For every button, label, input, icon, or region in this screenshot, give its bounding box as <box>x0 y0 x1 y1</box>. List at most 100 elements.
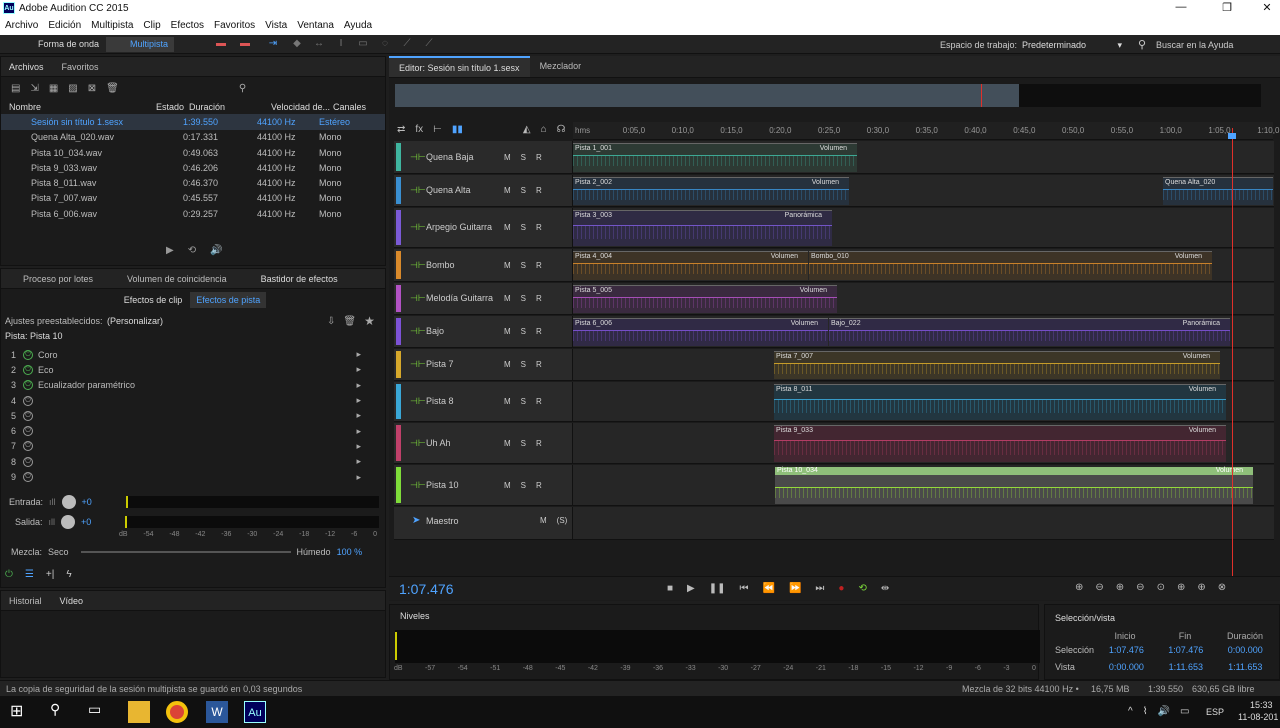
record-arm-button[interactable]: R <box>536 439 542 448</box>
lasso-icon[interactable]: ◌ <box>378 38 392 50</box>
track[interactable]: ⊣⊢ Bajo M S R Pista 6_006 Volumen Bajo_0… <box>394 316 1274 348</box>
mute-button[interactable]: M <box>504 439 511 448</box>
clip-param-select[interactable]: Volumen <box>812 179 839 186</box>
loop-icon[interactable]: ⟲ <box>858 583 866 594</box>
waveform-view-button[interactable]: Forma de onda <box>14 37 105 52</box>
favorite-star-icon[interactable]: ★ <box>364 314 375 328</box>
input-knob[interactable] <box>61 495 76 509</box>
power-icon[interactable]: ⏻ <box>23 395 33 406</box>
file-row[interactable]: ♪ Pista 6_006.wav 0:29.257 44100 Hz Mono <box>1 206 385 221</box>
audio-clip[interactable]: Pista 7_007 Volumen <box>774 351 1220 379</box>
move-tool-icon[interactable]: ⇥ <box>266 38 280 50</box>
track-name[interactable]: Pista 10 <box>426 480 459 490</box>
master-name[interactable]: Maestro <box>426 516 459 526</box>
sends-icon[interactable]: ⊢ <box>433 124 442 135</box>
clip-param-select[interactable]: Panorámica <box>1183 320 1220 327</box>
effect-slot[interactable]: 1 ⏻ Coro ▸ <box>11 347 361 362</box>
audio-clip[interactable]: Pista 1_001 Volumen <box>573 143 857 172</box>
menu-archivo[interactable]: Archivo <box>0 17 43 35</box>
zoom-out-time-icon[interactable]: ⊖ <box>1136 582 1144 593</box>
record-arm-button[interactable]: R <box>536 261 542 270</box>
minimize-button[interactable]: — <box>1166 1 1196 13</box>
output-value[interactable]: +0 <box>81 517 91 527</box>
chevron-right-icon[interactable]: ▸ <box>356 410 361 421</box>
battery-icon[interactable]: ▭ <box>1180 706 1189 717</box>
maximize-button[interactable]: ❐ <box>1212 1 1242 14</box>
track[interactable]: ⊣⊢ Arpegio Guitarra M S R Pista 3_003 Pa… <box>394 208 1274 248</box>
workspace-select[interactable]: Predeterminado ▾ <box>1022 40 1122 50</box>
audio-clip[interactable]: Quena Alta_020 <box>1163 177 1273 205</box>
power-icon[interactable]: ⏻ <box>23 364 33 375</box>
search-icon[interactable]: ⚲ <box>50 701 72 723</box>
file-row[interactable]: ♪ Quena Alta_020.wav 0:17.331 44100 Hz M… <box>1 130 385 145</box>
clip-param-select[interactable]: Volumen <box>800 287 827 294</box>
word-icon[interactable]: W <box>206 701 228 723</box>
solo-button[interactable]: S <box>521 223 526 232</box>
zoom-in-time-icon[interactable]: ⊕ <box>1116 582 1124 593</box>
track[interactable]: ⊣⊢ Pista 10 M S R Pista 10_034 Volumen <box>394 465 1274 506</box>
file-row[interactable]: ♪ Pista 7_007.wav 0:45.557 44100 Hz Mono <box>1 191 385 206</box>
record-arm-button[interactable]: R <box>536 223 542 232</box>
audio-clip[interactable]: Pista 2_002 Volumen <box>573 177 849 205</box>
menu-ventana[interactable]: Ventana <box>292 17 339 35</box>
zoom-in-start-icon[interactable]: ⊕ <box>1177 582 1185 593</box>
audio-clip[interactable]: Pista 6_006 Volumen <box>573 318 828 346</box>
track-name[interactable]: Melodía Guitarra <box>426 293 493 303</box>
selection-title[interactable]: Selección/vista <box>1055 613 1115 623</box>
tab-efectos-pista[interactable]: Efectos de pista <box>190 292 267 308</box>
power-toggle-icon[interactable]: ⏻ <box>5 569 13 580</box>
menu-clip[interactable]: Clip <box>138 17 165 35</box>
power-icon[interactable]: ⏻ <box>23 426 33 437</box>
mute-button[interactable]: M <box>504 223 511 232</box>
volume-icon[interactable]: 🔊 <box>1158 706 1170 717</box>
track-name[interactable]: Pista 7 <box>426 359 454 369</box>
zoom-full-icon[interactable]: ⊙ <box>1157 582 1165 593</box>
col-duracion[interactable]: Duración <box>189 102 271 112</box>
col-estado[interactable]: Estado <box>156 102 189 112</box>
search-icon[interactable]: ⚲ <box>239 83 246 94</box>
mute-button[interactable]: M <box>504 153 511 162</box>
view-duration[interactable]: 1:11.653 <box>1216 662 1275 672</box>
track-name[interactable]: Pista 8 <box>426 396 454 406</box>
track[interactable]: ⊣⊢ Quena Alta M S R Pista 2_002 Volumen … <box>394 175 1274 207</box>
menu-favoritos[interactable]: Favoritos <box>209 17 260 35</box>
zoom-in-end-icon[interactable]: ⊕ <box>1197 582 1205 593</box>
view-start[interactable]: 0:00.000 <box>1097 662 1156 672</box>
audio-clip[interactable]: Bajo_022 Panorámica <box>829 318 1230 346</box>
clip-param-select[interactable]: Volumen <box>771 253 798 260</box>
record-arm-button[interactable]: R <box>536 327 542 336</box>
overview-viewport[interactable] <box>395 84 1019 107</box>
razor-tool-icon[interactable]: ◆ <box>290 38 304 50</box>
language-indicator[interactable]: ESP <box>1206 707 1224 717</box>
track[interactable]: ⊣⊢ Uh Ah M S R Pista 9_033 Volumen <box>394 423 1274 464</box>
mix-slider[interactable] <box>80 551 291 553</box>
record-arm-button[interactable]: R <box>536 153 542 162</box>
track-name[interactable]: Bombo <box>426 260 455 270</box>
selection-start[interactable]: 1:07.476 <box>1097 645 1156 655</box>
audio-clip[interactable]: Bombo_010 Volumen <box>809 251 1212 280</box>
close-button[interactable]: ✕ <box>1252 1 1280 14</box>
go-end-icon[interactable]: ⏭ <box>815 583 824 594</box>
solo-button[interactable]: S <box>521 186 526 195</box>
playhead-handle[interactable] <box>1228 133 1236 139</box>
tab-mezclador[interactable]: Mezclador <box>530 56 592 77</box>
metronome-icon[interactable]: ◭ <box>523 124 531 135</box>
master-solo-button[interactable]: (S) <box>557 516 568 525</box>
file-row[interactable]: ♪ Pista 8_011.wav 0:46.370 44100 Hz Mono <box>1 175 385 190</box>
chevron-right-icon[interactable]: ▸ <box>356 380 361 391</box>
effect-slot[interactable]: 7 ⏻ ▸ <box>11 439 361 454</box>
tab-efectos-clip[interactable]: Efectos de clip <box>120 292 187 308</box>
list-icon[interactable]: ☰ <box>25 569 34 580</box>
healing-icon[interactable]: ⟋ <box>422 38 436 50</box>
fast-forward-icon[interactable]: ⏩ <box>789 583 801 594</box>
audio-clip[interactable]: Pista 10_034 Volumen <box>775 467 1253 504</box>
open-file-icon[interactable]: ▤ <box>11 83 20 94</box>
mute-button[interactable]: M <box>504 327 511 336</box>
current-time[interactable]: 1:07.476 <box>399 581 454 597</box>
solo-button[interactable]: S <box>521 327 526 336</box>
clip-param-select[interactable]: Volumen <box>1183 353 1210 360</box>
power-icon[interactable]: ⏻ <box>23 472 33 483</box>
effect-slot[interactable]: 6 ⏻ ▸ <box>11 423 361 438</box>
chrome-icon[interactable] <box>166 701 188 723</box>
effect-slot[interactable]: 8 ⏻ ▸ <box>11 454 361 469</box>
